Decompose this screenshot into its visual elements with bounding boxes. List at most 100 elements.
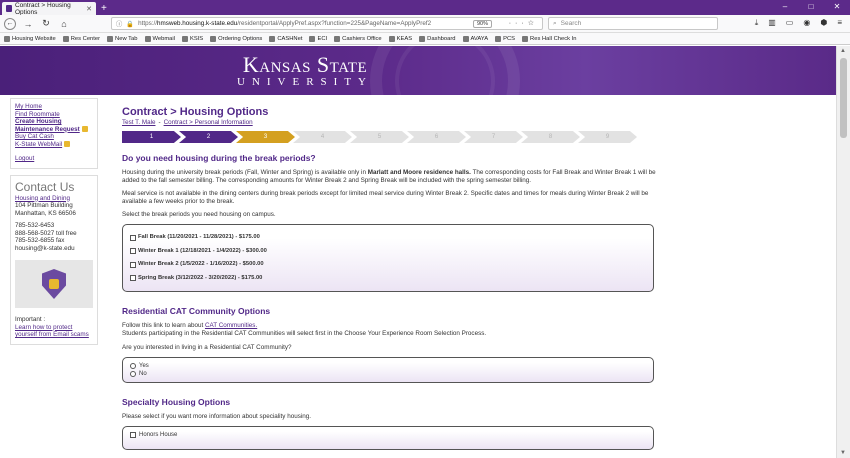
sidebar-link-buy-cat-cash[interactable]: Buy Cat Cash xyxy=(15,133,93,141)
contact-line: 104 Pittman Building xyxy=(15,202,73,209)
close-window-icon[interactable]: ✕ xyxy=(824,0,850,13)
forward-icon[interactable]: → xyxy=(22,18,34,30)
reload-icon[interactable]: ↻ xyxy=(40,18,52,30)
cat-option-no[interactable]: No xyxy=(130,370,646,378)
url-bar[interactable]: ⓘ 🔒 https://hmsweb.housing.k-state.edu/r… xyxy=(111,17,543,30)
zoom-badge[interactable]: 90% xyxy=(472,20,492,28)
search-icon: ⌕ xyxy=(553,19,557,27)
step: 8 xyxy=(521,131,580,143)
bookmark-item[interactable]: KSIS xyxy=(181,35,203,42)
bookmark-icon xyxy=(144,35,151,42)
site-banner: Kansas State UNIVERSITY xyxy=(0,46,836,95)
bookmark-item[interactable]: Dashboard xyxy=(419,35,456,42)
shield-lock-icon xyxy=(42,269,66,299)
bookmark-item[interactable]: KEAS xyxy=(388,35,412,42)
window-controls: – □ ✕ xyxy=(772,0,850,13)
menu-icon[interactable]: ≡ xyxy=(837,18,842,28)
checkbox[interactable] xyxy=(130,248,136,255)
bookmark-item[interactable]: New Tab xyxy=(107,35,138,42)
contact-line: Manhattan, KS 66506 xyxy=(15,209,76,217)
main-content: Contract > Housing Options Test T. Male -… xyxy=(117,97,659,458)
bookmark-item[interactable]: Ordering Options xyxy=(210,35,262,42)
breadcrumb-personal-info[interactable]: Contract > Personal Information xyxy=(164,119,253,126)
new-tab-icon[interactable]: + xyxy=(101,3,107,14)
extension-icon[interactable]: ⬢ xyxy=(820,18,827,28)
break-option[interactable]: Winter Break 1 (12/18/2021 - 1/4/2022) -… xyxy=(130,245,646,259)
progress-steps: 1 2 3 4 5 6 7 8 9 xyxy=(122,131,659,143)
bookmark-icon xyxy=(181,35,188,42)
scrollbar-thumb[interactable] xyxy=(840,58,847,138)
sidebar-link-my-home[interactable]: My Home xyxy=(15,103,93,111)
lock-icon xyxy=(64,140,71,147)
break-instruction: Select the break periods you need housin… xyxy=(122,211,276,218)
specialty-heading: Specialty Housing Options xyxy=(122,397,231,407)
site-info-icon[interactable]: ⓘ xyxy=(116,19,122,28)
scroll-down-icon[interactable]: ▼ xyxy=(840,450,846,456)
specialty-paragraph: Please select if you want more informati… xyxy=(122,413,312,420)
breadcrumb-user[interactable]: Test T. Male xyxy=(122,119,155,126)
important-label: Important : xyxy=(15,316,46,323)
contact-line: 785-532-6855 fax xyxy=(15,237,65,244)
close-tab-icon[interactable]: ✕ xyxy=(86,5,92,13)
search-input[interactable]: ⌕ Search xyxy=(548,17,718,30)
break-option[interactable]: Fall Break (11/20/2021 - 11/28/2021) - $… xyxy=(130,231,646,245)
radio[interactable] xyxy=(130,363,136,369)
bookmark-icon xyxy=(388,35,395,42)
page-actions-icon[interactable]: ···☆ xyxy=(509,19,538,27)
bookmark-icon xyxy=(210,35,217,42)
step[interactable]: 2 xyxy=(179,131,238,143)
bookmark-item[interactable]: Res Center xyxy=(62,35,100,42)
contact-link[interactable]: Housing and Dining xyxy=(15,195,93,203)
break-paragraph: Housing during the university break peri… xyxy=(122,169,656,184)
maximize-icon[interactable]: □ xyxy=(798,0,824,13)
cat-heading: Residential CAT Community Options xyxy=(122,306,271,316)
break-option[interactable]: Spring Break (3/12/2022 - 3/20/2022) - $… xyxy=(130,272,646,286)
sidebar-toggle-icon[interactable]: ▭ xyxy=(786,18,794,28)
checkbox[interactable] xyxy=(130,261,136,268)
cat-option-yes[interactable]: Yes xyxy=(130,362,646,370)
page-scrollbar[interactable]: ▲ ▼ xyxy=(836,46,850,458)
home-icon[interactable]: ⌂ xyxy=(58,18,70,30)
ksu-logo[interactable]: Kansas State UNIVERSITY xyxy=(237,54,373,89)
browser-tab[interactable]: Contract > Housing Options ✕ xyxy=(2,2,96,16)
sidebar-link-find-roommate[interactable]: Find Roommate xyxy=(15,111,93,119)
sidebar-link-logout[interactable]: Logout xyxy=(15,155,93,163)
bookmark-icon xyxy=(495,35,502,42)
security-image xyxy=(15,260,93,308)
checkbox[interactable] xyxy=(130,432,136,438)
browser-tab-strip: Contract > Housing Options ✕ + – □ ✕ xyxy=(0,0,850,16)
bookmark-item[interactable]: PCS xyxy=(495,35,515,42)
email-scam-link[interactable]: Learn how to protect yourself from Email… xyxy=(15,324,93,339)
scroll-up-icon[interactable]: ▲ xyxy=(840,48,846,54)
specialty-options-box: Honors House xyxy=(122,426,654,450)
library-icon[interactable]: ▥ xyxy=(768,18,776,28)
bookmark-item[interactable]: Res Hall Check In xyxy=(522,35,576,42)
checkbox[interactable] xyxy=(130,275,136,282)
download-icon[interactable]: ⤓ xyxy=(755,18,759,28)
contact-line: housing@k-state.edu xyxy=(15,244,75,252)
radio[interactable] xyxy=(130,371,136,377)
checkbox[interactable] xyxy=(130,234,136,241)
bookmark-item[interactable]: CASHNet xyxy=(269,35,302,42)
bookmark-icon xyxy=(462,35,469,42)
lock-icon: 🔒 xyxy=(126,20,135,28)
step[interactable]: 1 xyxy=(122,131,181,143)
cat-communities-link[interactable]: CAT Communities. xyxy=(205,322,257,329)
sidebar-link-webmail[interactable]: K-State WebMail xyxy=(15,140,93,149)
break-option[interactable]: Winter Break 2 (1/5/2022 - 1/16/2022) - … xyxy=(130,258,646,272)
bookmark-icon xyxy=(107,35,114,42)
sidebar-link-maintenance[interactable]: Create Housing Maintenance Request xyxy=(15,118,93,133)
step: 4 xyxy=(293,131,352,143)
seal-watermark-inner xyxy=(395,46,495,95)
bookmark-icon xyxy=(334,35,341,42)
bookmark-item[interactable]: Cashiers Office xyxy=(334,35,382,42)
bookmark-item[interactable]: ECI xyxy=(309,35,327,42)
account-icon[interactable]: ◉ xyxy=(803,18,810,28)
specialty-option[interactable]: Honors House xyxy=(130,431,646,439)
step: 9 xyxy=(578,131,637,143)
bookmark-item[interactable]: AVAYA xyxy=(462,35,488,42)
bookmark-item[interactable]: Housing Website xyxy=(4,35,56,42)
back-icon[interactable]: ← xyxy=(4,17,16,30)
bookmark-item[interactable]: Webmail xyxy=(144,35,175,42)
minimize-icon[interactable]: – xyxy=(772,0,798,13)
